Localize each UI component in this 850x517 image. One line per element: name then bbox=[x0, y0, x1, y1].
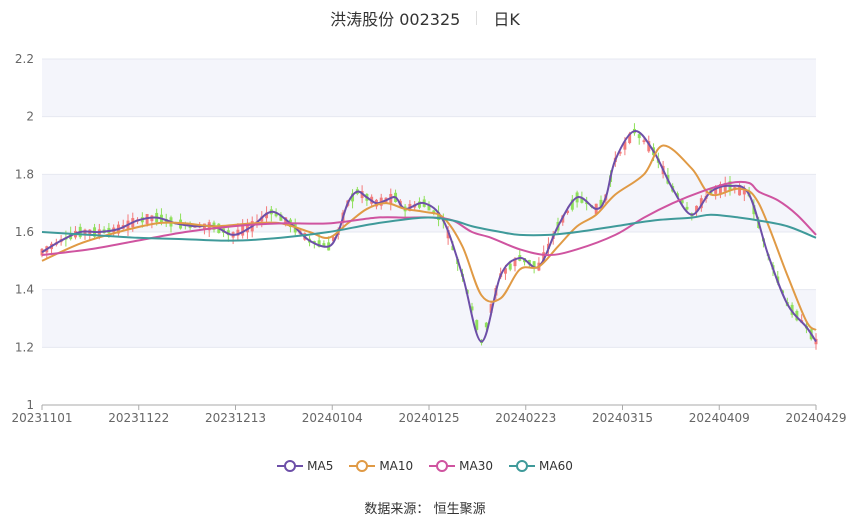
kline-chart: 1 1.2 1.4 1.6 1.8 2 2.2 20231101 20231122 202312… bbox=[11, 52, 847, 425]
header-separator bbox=[476, 11, 478, 25]
data-source: 数据来源： 恒生聚源 bbox=[0, 498, 850, 517]
plot-band bbox=[42, 59, 816, 117]
legend-label: MA5 bbox=[307, 458, 334, 473]
legend-marker-icon bbox=[429, 459, 456, 472]
candle-body bbox=[742, 190, 746, 195]
y-tick-label: 1.4 bbox=[15, 283, 34, 297]
chart-header: 洪涛股份 002325 日K bbox=[0, 6, 850, 30]
x-axis-ticks: 20231101 20231122 20231213 20240104 20240125… bbox=[11, 405, 847, 425]
legend-label: MA60 bbox=[539, 458, 573, 473]
x-tick-label: 20240223 bbox=[495, 411, 556, 425]
candle-body bbox=[642, 140, 646, 143]
legend-label: MA30 bbox=[459, 458, 494, 473]
x-tick-label: 20240315 bbox=[592, 411, 653, 425]
y-tick-label: 1.8 bbox=[15, 167, 34, 181]
y-tick-label: 1.2 bbox=[15, 340, 34, 354]
y-tick-label: 1 bbox=[26, 398, 34, 412]
source-value: 恒生聚源 bbox=[433, 502, 486, 517]
x-tick-label: 20240104 bbox=[302, 411, 363, 425]
y-tick-label: 1.6 bbox=[15, 225, 34, 239]
stock-name: 洪涛股份 002325 bbox=[330, 10, 461, 29]
legend-item-ma5[interactable]: MA5 bbox=[277, 458, 333, 473]
y-axis-ticks: 1 1.2 1.4 1.6 1.8 2 2.2 bbox=[15, 52, 34, 412]
legend: MA5 MA10 MA30 MA60 bbox=[0, 458, 850, 473]
y-tick-label: 2.2 bbox=[15, 52, 34, 66]
candle-body bbox=[508, 263, 512, 270]
legend-item-ma10[interactable]: MA10 bbox=[349, 458, 413, 473]
legend-marker-icon bbox=[277, 459, 304, 472]
period-label: 日K bbox=[493, 10, 520, 29]
x-tick-label: 20240125 bbox=[398, 411, 459, 425]
x-tick-label: 20231101 bbox=[11, 411, 72, 425]
legend-label: MA10 bbox=[379, 458, 414, 473]
x-tick-label: 20240429 bbox=[785, 411, 846, 425]
x-tick-label: 20231213 bbox=[205, 411, 266, 425]
candle-body bbox=[637, 134, 641, 139]
plot-band bbox=[42, 289, 816, 348]
legend-marker-icon bbox=[349, 459, 376, 472]
legend-item-ma30[interactable]: MA30 bbox=[429, 458, 493, 473]
y-tick-label: 2 bbox=[26, 110, 34, 124]
source-label: 数据来源： bbox=[364, 502, 430, 517]
legend-item-ma60[interactable]: MA60 bbox=[509, 458, 573, 473]
x-tick-label: 20240409 bbox=[689, 411, 750, 425]
legend-marker-icon bbox=[509, 459, 536, 472]
x-tick-label: 20231122 bbox=[108, 411, 169, 425]
